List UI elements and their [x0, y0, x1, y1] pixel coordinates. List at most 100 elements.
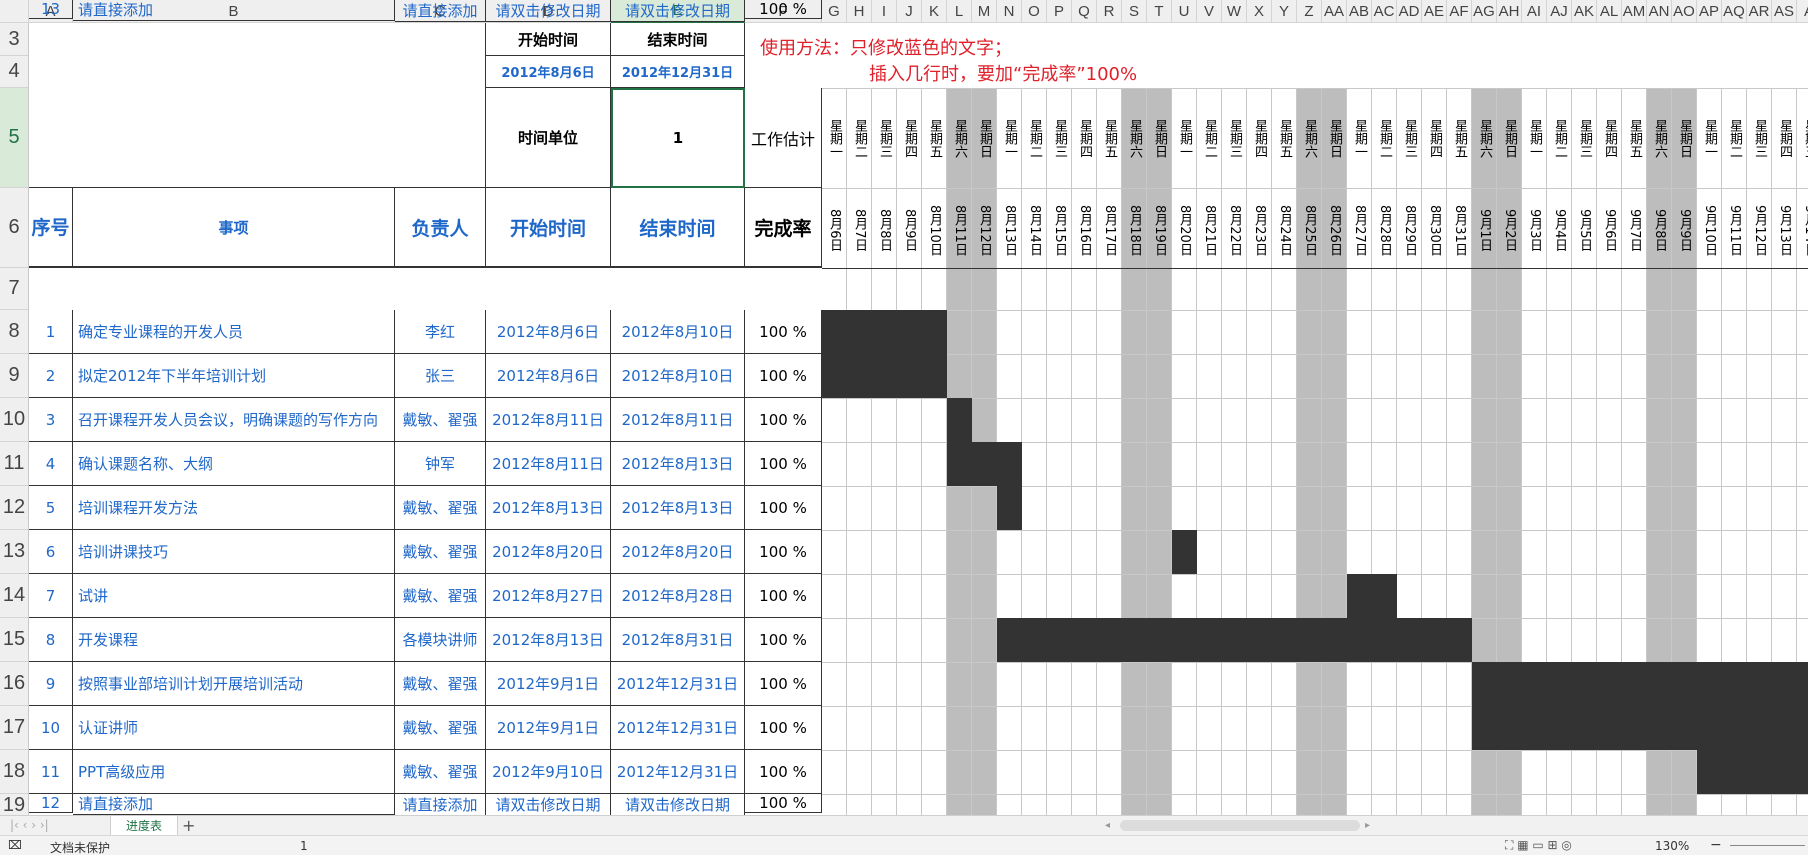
row-header-18[interactable]: 18: [0, 750, 29, 794]
header-item[interactable]: 事项: [73, 188, 395, 268]
column-header-ad[interactable]: AD: [1397, 0, 1422, 23]
protect-status[interactable]: 文档未保护: [50, 839, 110, 856]
zoom-out-icon[interactable]: −: [1710, 837, 1722, 853]
task-end-cell[interactable]: 2012年8月10日: [611, 354, 745, 398]
task-rate-cell[interactable]: 100 %: [745, 310, 822, 354]
column-header-ag[interactable]: AG: [1472, 0, 1497, 23]
task-start-cell[interactable]: 2012年8月27日: [486, 574, 611, 618]
row-header-14[interactable]: 14: [0, 574, 29, 618]
task-item-cell[interactable]: 培训课程开发方法: [73, 486, 395, 530]
task-owner-cell[interactable]: 戴敏、翟强: [395, 530, 486, 574]
task-rate-cell[interactable]: 100 %: [745, 398, 822, 442]
task-end-cell[interactable]: 2012年12月31日: [611, 706, 745, 750]
column-header-y[interactable]: Y: [1272, 0, 1297, 23]
task-start-cell[interactable]: 2012年9月1日: [486, 706, 611, 750]
task-rate-cell[interactable]: 100 %: [745, 574, 822, 618]
task-rate-cell[interactable]: 100 %: [745, 354, 822, 398]
merged-blank-cell[interactable]: [29, 23, 486, 188]
task-no-cell[interactable]: 9: [29, 662, 73, 706]
zoom-slider[interactable]: [1730, 845, 1805, 846]
row-header-12[interactable]: 12: [0, 486, 29, 530]
column-header-w[interactable]: W: [1222, 0, 1247, 23]
column-header-am[interactable]: AM: [1622, 0, 1647, 23]
scroll-left-icon[interactable]: ◂: [1105, 820, 1111, 832]
task-no-cell[interactable]: 8: [29, 618, 73, 662]
column-header-i[interactable]: I: [872, 0, 897, 23]
task-no-cell[interactable]: 1: [29, 310, 73, 354]
task-item-cell[interactable]: 培训讲课技巧: [73, 530, 395, 574]
task-start-cell[interactable]: 2012年8月11日: [486, 398, 611, 442]
zoom-level[interactable]: 130%: [1655, 839, 1689, 853]
task-rate-cell[interactable]: 100 %: [745, 794, 822, 813]
column-header-ar[interactable]: AR: [1747, 0, 1772, 23]
column-header-aa[interactable]: AA: [1322, 0, 1347, 23]
task-start-cell[interactable]: 2012年9月10日: [486, 750, 611, 794]
task-item-cell[interactable]: 请直接添加: [73, 0, 395, 21]
unit-value-cell[interactable]: 1: [611, 88, 745, 188]
task-start-cell[interactable]: 2012年9月1日: [486, 662, 611, 706]
task-item-cell[interactable]: 开发课程: [73, 618, 395, 662]
task-owner-cell[interactable]: 请直接添加: [395, 0, 486, 22]
column-header-x[interactable]: X: [1247, 0, 1272, 23]
task-item-cell[interactable]: 召开课程开发人员会议，明确课题的写作方向: [73, 398, 395, 442]
row-header-10[interactable]: 10: [0, 398, 29, 442]
column-header-ap[interactable]: AP: [1697, 0, 1722, 23]
task-rate-cell[interactable]: 100 %: [745, 706, 822, 750]
task-owner-cell[interactable]: 戴敏、翟强: [395, 486, 486, 530]
column-header-aq[interactable]: AQ: [1722, 0, 1747, 23]
header-no[interactable]: 序号: [29, 188, 73, 268]
unit-label[interactable]: 时间单位: [486, 88, 611, 188]
row-header-13[interactable]: 13: [0, 530, 29, 574]
task-owner-cell[interactable]: 戴敏、翟强: [395, 750, 486, 794]
column-header-v[interactable]: V: [1197, 0, 1222, 23]
column-header-m[interactable]: M: [972, 0, 997, 23]
task-owner-cell[interactable]: 戴敏、翟强: [395, 706, 486, 750]
task-no-cell[interactable]: 7: [29, 574, 73, 618]
column-header-ak[interactable]: AK: [1572, 0, 1597, 23]
task-owner-cell[interactable]: 张三: [395, 354, 486, 398]
top-end-date[interactable]: 2012年12月31日: [611, 56, 745, 88]
column-header-a[interactable]: A: [1797, 0, 1808, 23]
task-end-cell[interactable]: 2012年8月13日: [611, 442, 745, 486]
column-header-ae[interactable]: AE: [1422, 0, 1447, 23]
add-sheet-button[interactable]: +: [182, 816, 195, 835]
task-end-cell[interactable]: 2012年8月28日: [611, 574, 745, 618]
task-owner-cell[interactable]: 戴敏、翟强: [395, 574, 486, 618]
task-rate-cell[interactable]: 100 %: [745, 750, 822, 794]
task-owner-cell[interactable]: 戴敏、翟强: [395, 662, 486, 706]
column-header-k[interactable]: K: [922, 0, 947, 23]
task-start-cell[interactable]: 2012年8月11日: [486, 442, 611, 486]
column-header-aj[interactable]: AJ: [1547, 0, 1572, 23]
task-rate-cell[interactable]: 100 %: [745, 618, 822, 662]
task-end-cell[interactable]: 2012年8月13日: [611, 486, 745, 530]
task-no-cell[interactable]: 3: [29, 398, 73, 442]
row-header-19[interactable]: 19: [0, 794, 29, 815]
column-header-as[interactable]: AS: [1772, 0, 1797, 23]
task-no-cell[interactable]: 11: [29, 750, 73, 794]
task-owner-cell[interactable]: 各模块讲师: [395, 618, 486, 662]
task-start-cell[interactable]: 2012年8月6日: [486, 310, 611, 354]
task-rate-cell[interactable]: 100 %: [745, 0, 822, 19]
task-item-cell[interactable]: 试讲: [73, 574, 395, 618]
row-header-16[interactable]: 16: [0, 662, 29, 706]
select-all-corner[interactable]: [0, 0, 29, 23]
row-header-9[interactable]: 9: [0, 354, 29, 398]
column-header-ao[interactable]: AO: [1672, 0, 1697, 23]
task-no-cell[interactable]: 12: [29, 794, 73, 813]
column-header-p[interactable]: P: [1047, 0, 1072, 23]
task-item-cell[interactable]: 按照事业部培训计划开展培训活动: [73, 662, 395, 706]
task-start-cell[interactable]: 2012年8月6日: [486, 354, 611, 398]
header-end[interactable]: 结束时间: [611, 188, 745, 268]
task-end-cell[interactable]: 2012年8月31日: [611, 618, 745, 662]
task-owner-cell[interactable]: 钟军: [395, 442, 486, 486]
top-end-label[interactable]: 结束时间: [611, 23, 745, 56]
task-end-cell[interactable]: 2012年12月31日: [611, 662, 745, 706]
task-no-cell[interactable]: 6: [29, 530, 73, 574]
column-header-h[interactable]: H: [847, 0, 872, 23]
task-no-cell[interactable]: 10: [29, 706, 73, 750]
header-owner[interactable]: 负责人: [395, 188, 486, 268]
task-item-cell[interactable]: PPT高级应用: [73, 750, 395, 794]
task-end-cell[interactable]: 2012年8月10日: [611, 310, 745, 354]
task-end-cell[interactable]: 2012年12月31日: [611, 750, 745, 794]
column-header-af[interactable]: AF: [1447, 0, 1472, 23]
